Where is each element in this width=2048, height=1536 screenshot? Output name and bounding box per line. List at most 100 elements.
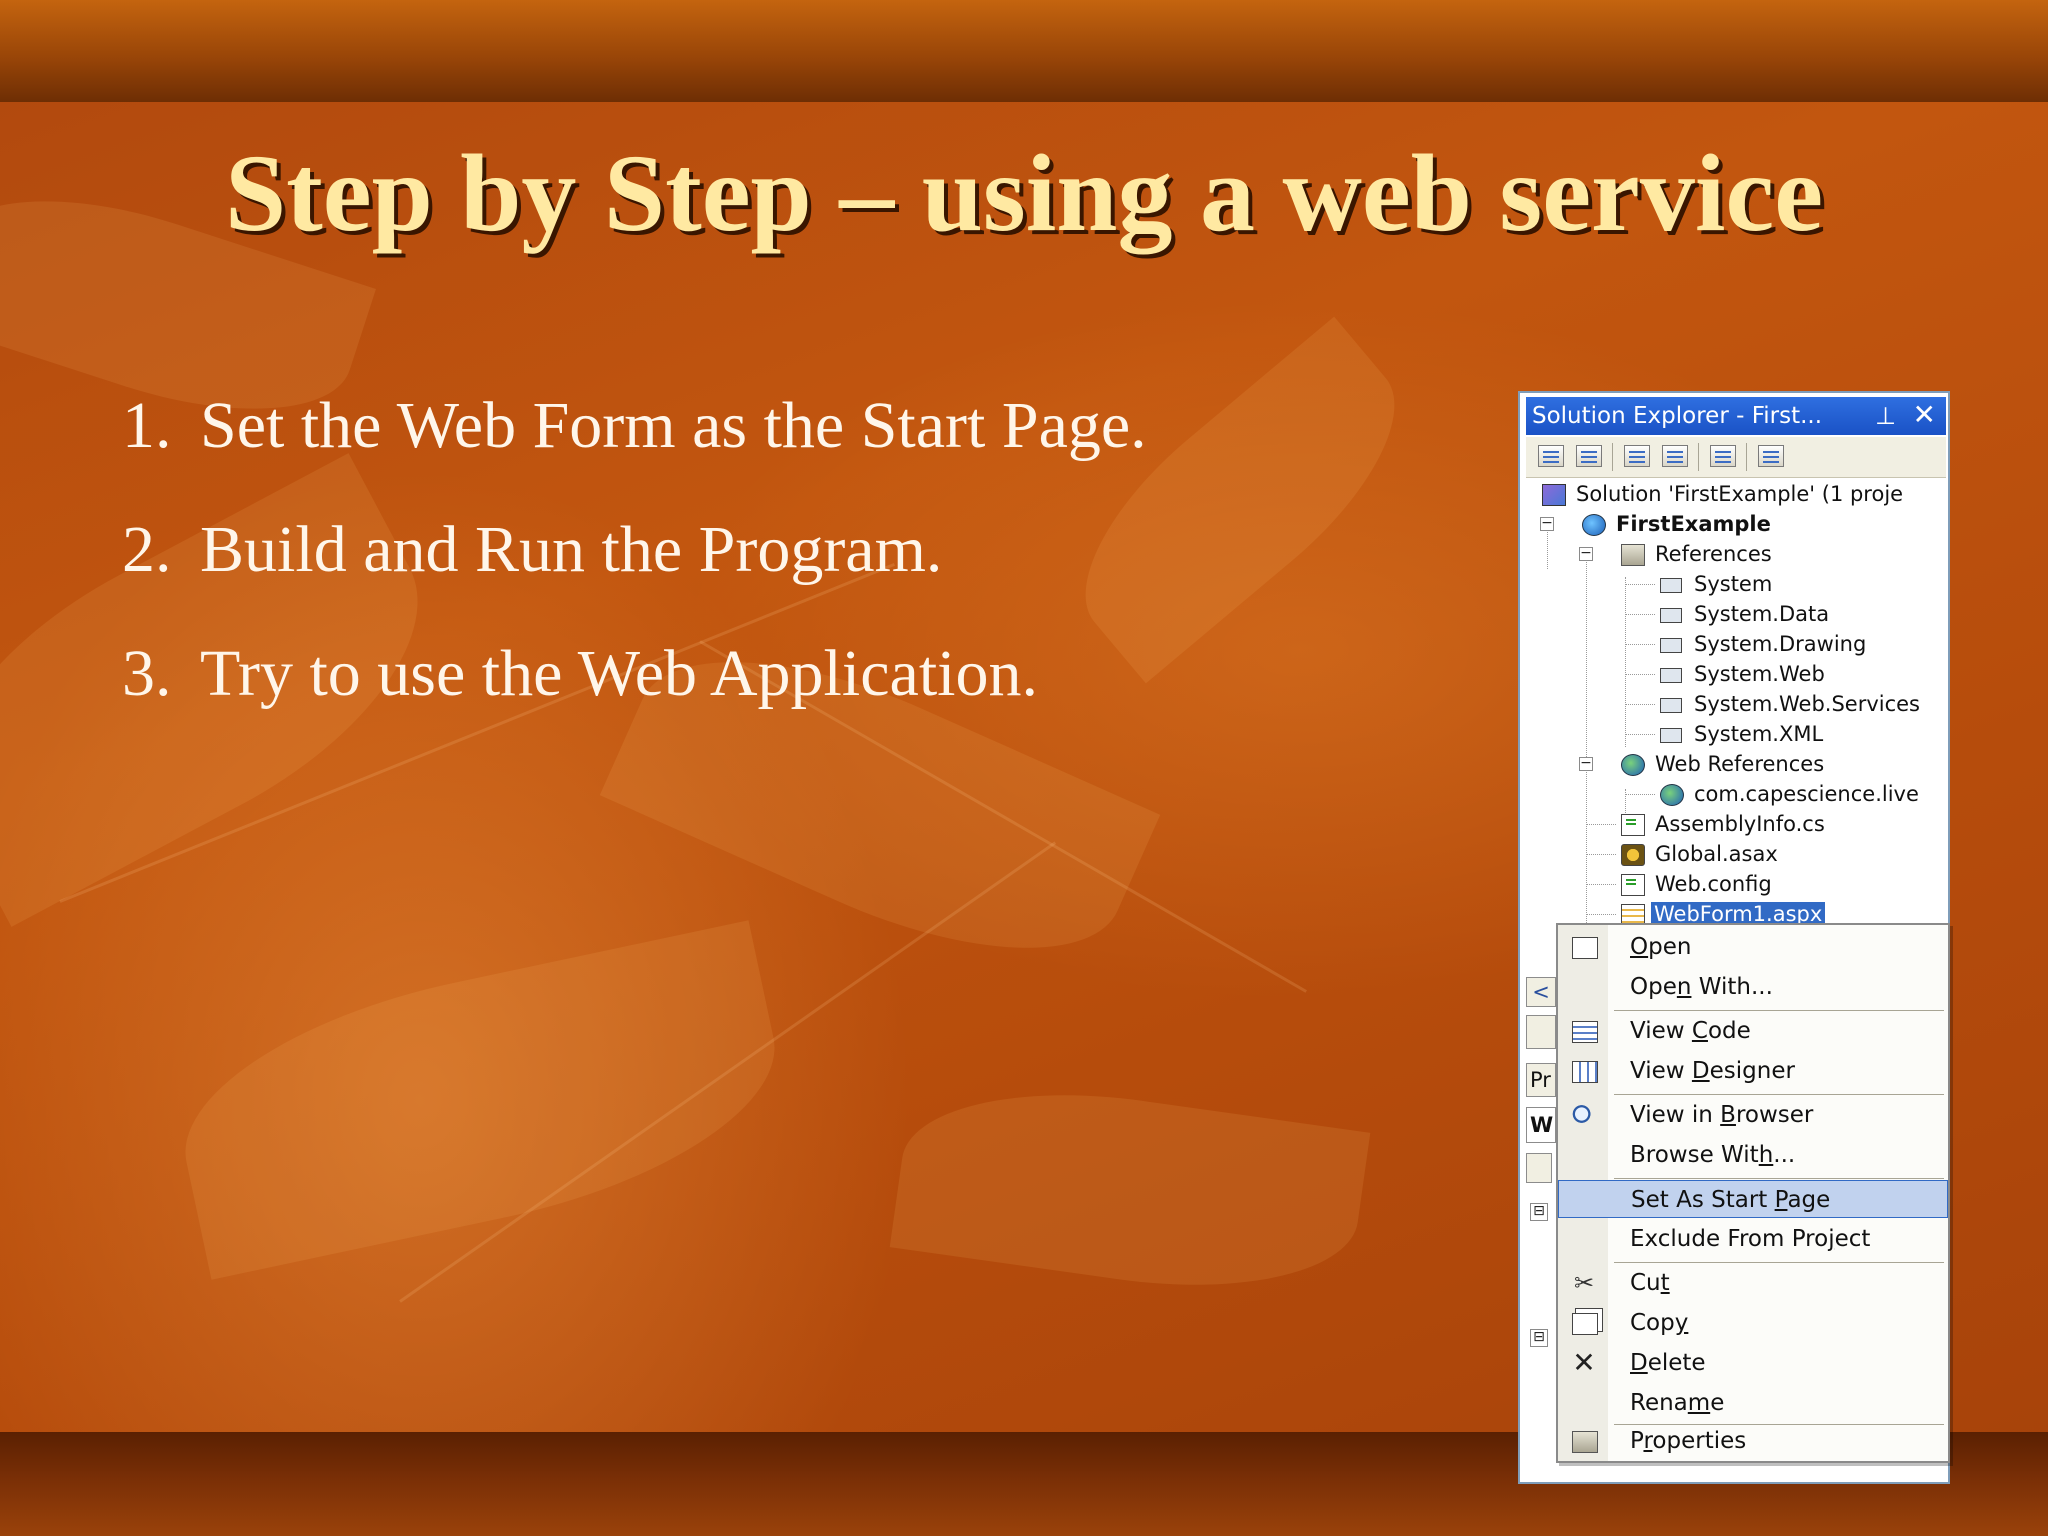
- tree-connector: [1586, 884, 1616, 885]
- collapse-project-toggle[interactable]: −: [1540, 516, 1554, 531]
- tree-connector: [1625, 734, 1655, 735]
- step-item: 3. Try to use the Web Application.: [122, 633, 1147, 757]
- cs-file-icon: [1621, 814, 1645, 836]
- menu-item-rename[interactable]: Rename: [1558, 1384, 1948, 1422]
- tree-node-reference[interactable]: System.Drawing: [1660, 629, 1866, 659]
- menu-item-open-with[interactable]: Open With...: [1558, 968, 1948, 1006]
- collapse-toggle[interactable]: ⊟: [1530, 1329, 1548, 1347]
- web-reference-icon: [1660, 784, 1684, 806]
- tree-connector: [1625, 614, 1655, 615]
- toolbar-separator: [1612, 443, 1613, 471]
- toolbar-separator: [1746, 443, 1747, 471]
- menu-item-browse-with[interactable]: Browse With...: [1558, 1136, 1948, 1174]
- leaf-decoration: [161, 920, 799, 1280]
- reference-icon: [1660, 668, 1682, 683]
- tree-node-reference[interactable]: System.Web: [1660, 659, 1825, 689]
- menu-separator: [1614, 1094, 1944, 1095]
- references-folder-icon: [1621, 544, 1645, 566]
- collapse-toggle[interactable]: ⊟: [1530, 1203, 1548, 1221]
- refresh-icon[interactable]: [1624, 445, 1650, 467]
- tree-connector: [1625, 577, 1626, 747]
- toolbar-separator: [1698, 443, 1699, 471]
- copy-icon: [1572, 1313, 1598, 1335]
- reference-icon: [1660, 578, 1682, 593]
- leaf-decoration: [889, 1068, 1371, 1312]
- tree-connector: [1625, 674, 1655, 675]
- open-icon: [1572, 937, 1598, 959]
- tree-node-solution[interactable]: Solution 'FirstExample' (1 proje: [1542, 479, 1903, 509]
- slide-title: Step by Step – using a web service: [224, 132, 1824, 254]
- tree-node-web-references[interactable]: Web References: [1621, 749, 1824, 779]
- tree-node-reference[interactable]: System: [1660, 569, 1772, 599]
- tree-node-web-reference[interactable]: com.capescience.live: [1660, 779, 1919, 809]
- solution-icon: [1542, 484, 1566, 506]
- menu-item-set-as-start-page[interactable]: Set As Start Page: [1558, 1180, 1948, 1218]
- step-item: 1. Set the Web Form as the Start Page.: [122, 385, 1147, 509]
- tree-connector: [1586, 824, 1616, 825]
- menu-separator: [1614, 1178, 1944, 1179]
- global-asax-icon: [1621, 844, 1645, 866]
- view-designer-icon[interactable]: [1576, 445, 1602, 467]
- show-all-files-icon[interactable]: [1710, 445, 1736, 467]
- menu-item-properties[interactable]: Properties: [1558, 1422, 1948, 1460]
- scroll-left-button[interactable]: <: [1526, 977, 1556, 1007]
- tree-connector: [1625, 644, 1655, 645]
- collapse-references-toggle[interactable]: −: [1579, 546, 1593, 561]
- properties-tab-fragment[interactable]: Pr: [1526, 1063, 1556, 1097]
- tree-connector: [1586, 854, 1616, 855]
- panel-tab-fragment[interactable]: [1526, 1015, 1556, 1049]
- menu-item-cut[interactable]: ✂ Cut: [1558, 1264, 1948, 1302]
- tree-node-reference[interactable]: System.Data: [1660, 599, 1829, 629]
- solution-explorer-title: Solution Explorer - First...: [1532, 403, 1823, 429]
- close-icon[interactable]: ✕: [1913, 396, 1936, 434]
- menu-separator: [1614, 1262, 1944, 1263]
- step-list: 1. Set the Web Form as the Start Page. 2.…: [122, 385, 1147, 757]
- step-text: Set the Web Form as the Start Page.: [200, 389, 1147, 462]
- menu-item-exclude-from-project[interactable]: Exclude From Project: [1558, 1220, 1948, 1258]
- tree-node-project[interactable]: FirstExample: [1582, 509, 1771, 539]
- step-item: 2. Build and Run the Program.: [122, 509, 1147, 633]
- tree-connector: [1625, 584, 1655, 585]
- menu-item-view-code[interactable]: View Code: [1558, 1012, 1948, 1050]
- slide-background: Step by Step – using a web service 1. Set…: [0, 0, 2048, 1536]
- menu-item-view-designer[interactable]: View Designer: [1558, 1052, 1948, 1090]
- reference-icon: [1660, 608, 1682, 623]
- tree-node-references[interactable]: References: [1621, 539, 1772, 569]
- tree-node-file[interactable]: AssemblyInfo.cs: [1621, 809, 1825, 839]
- view-code-icon[interactable]: [1538, 445, 1564, 467]
- menu-item-open[interactable]: Open: [1558, 928, 1948, 966]
- tree-node-file[interactable]: Web.config: [1621, 869, 1772, 899]
- menu-separator: [1614, 1010, 1944, 1011]
- menu-item-delete[interactable]: ✕ Delete: [1558, 1344, 1948, 1382]
- pushpin-icon[interactable]: ⊥: [1875, 397, 1896, 435]
- reference-icon: [1660, 638, 1682, 653]
- tree-connector: [1586, 547, 1587, 923]
- collapse-web-references-toggle[interactable]: −: [1579, 756, 1593, 771]
- scissors-icon: ✂: [1573, 1269, 1595, 1297]
- project-icon: [1582, 514, 1606, 536]
- tree-node-reference[interactable]: System.XML: [1660, 719, 1823, 749]
- step-text: Build and Run the Program.: [200, 513, 943, 586]
- properties-icon[interactable]: [1758, 445, 1784, 467]
- tree-connector: [1625, 794, 1655, 795]
- properties-icon: [1572, 1431, 1598, 1453]
- categorized-icon[interactable]: [1526, 1153, 1552, 1183]
- reference-icon: [1660, 698, 1682, 713]
- tree-node-reference[interactable]: System.Web.Services: [1660, 689, 1920, 719]
- step-number: 1.: [122, 389, 172, 462]
- solution-explorer-toolbar: [1526, 437, 1946, 478]
- step-number: 3.: [122, 637, 172, 710]
- view-code-icon: [1572, 1021, 1598, 1043]
- tree-node-file[interactable]: Global.asax: [1621, 839, 1778, 869]
- delete-icon: ✕: [1572, 1346, 1596, 1379]
- copy-project-icon[interactable]: [1662, 445, 1688, 467]
- tree-connector: [1586, 914, 1616, 915]
- step-text: Try to use the Web Application.: [200, 637, 1038, 710]
- object-dropdown-fragment[interactable]: W: [1526, 1107, 1556, 1143]
- menu-item-copy[interactable]: Copy: [1558, 1304, 1948, 1342]
- context-menu: Open Open With... View Code View Designe…: [1556, 923, 1950, 1463]
- view-in-browser-icon: [1572, 1105, 1596, 1125]
- menu-item-view-in-browser[interactable]: View in Browser: [1558, 1096, 1948, 1134]
- view-designer-icon: [1572, 1061, 1598, 1083]
- step-number: 2.: [122, 513, 172, 586]
